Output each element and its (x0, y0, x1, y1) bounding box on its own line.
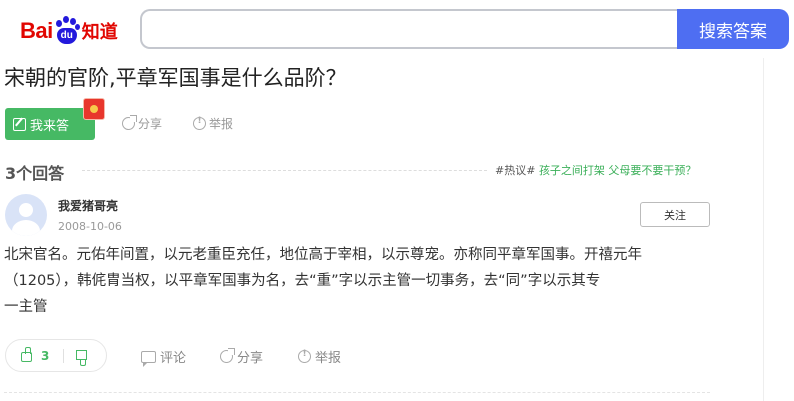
edit-icon (13, 117, 26, 131)
share-icon (220, 348, 235, 363)
search-input[interactable] (140, 9, 678, 49)
upvote-count: 3 (41, 348, 50, 363)
answer-report-label: 举报 (315, 351, 342, 366)
comment-button[interactable]: 评论 (141, 347, 187, 367)
answer-share-label: 分享 (237, 351, 264, 366)
answer-line: 北宋官名。元佑年间置，以元老重臣充任，地位高于宰相，以示尊宠。亦称同平章军国事。… (4, 247, 642, 263)
divider (4, 392, 710, 393)
red-packet-icon[interactable] (83, 98, 105, 120)
answer-body: 北宋官名。元佑年间置，以元老重臣充任，地位高于宰相，以示尊宠。亦称同平章军国事。… (4, 242, 716, 320)
comment-label: 评论 (160, 351, 187, 366)
hot-topic-text: 孩子之间打架 父母要不要干预？ (538, 164, 697, 177)
answer-username[interactable]: 我爱猪哥亮 (58, 197, 118, 214)
report-icon (193, 116, 206, 130)
logo-du-text: du (56, 28, 77, 44)
answer-share-button[interactable]: 分享 (220, 347, 263, 366)
question-report-button[interactable]: 举报 (193, 115, 233, 132)
search-button[interactable]: 搜索答案 (677, 9, 789, 49)
follow-button[interactable]: 关注 (640, 202, 710, 227)
logo-bai-text: Bai (20, 18, 53, 43)
report-icon (298, 349, 311, 363)
share-icon (122, 115, 137, 130)
sidebar-divider (763, 58, 764, 401)
answer-line: （1205），韩侂胄当权，以平章军国事为名，去“重”字以示主管一切事务，去“同”… (4, 273, 601, 289)
baidu-zhidao-logo[interactable]: Bai du 知道 (20, 14, 126, 48)
question-share-button[interactable]: 分享 (122, 115, 162, 132)
answer-line: 一主管 (4, 299, 48, 315)
hot-tag: #热议# (495, 164, 536, 177)
answer-button-label: 我来答 (30, 118, 70, 134)
answer-count: 3个回答 (5, 164, 65, 183)
avatar[interactable] (5, 194, 47, 236)
answer-date: 2008-10-06 (58, 220, 122, 233)
question-title: 宋朝的官阶,平章军国事是什么品阶？ (4, 66, 347, 90)
comment-icon (141, 350, 156, 367)
thumbs-up-icon[interactable] (21, 347, 32, 362)
answer-report-button[interactable]: 举报 (298, 347, 341, 366)
vote-box: 3 (5, 339, 107, 372)
logo-zhidao-text: 知道 (81, 22, 118, 43)
paw-icon: du (54, 16, 80, 46)
question-report-label: 举报 (209, 117, 234, 131)
divider (82, 170, 487, 171)
hot-topic-link[interactable]: #热议# 孩子之间打架 父母要不要干预？ (495, 162, 696, 178)
thumbs-down-icon[interactable] (76, 349, 88, 366)
question-share-label: 分享 (138, 117, 163, 131)
answer-button[interactable]: 我来答 (5, 108, 95, 140)
